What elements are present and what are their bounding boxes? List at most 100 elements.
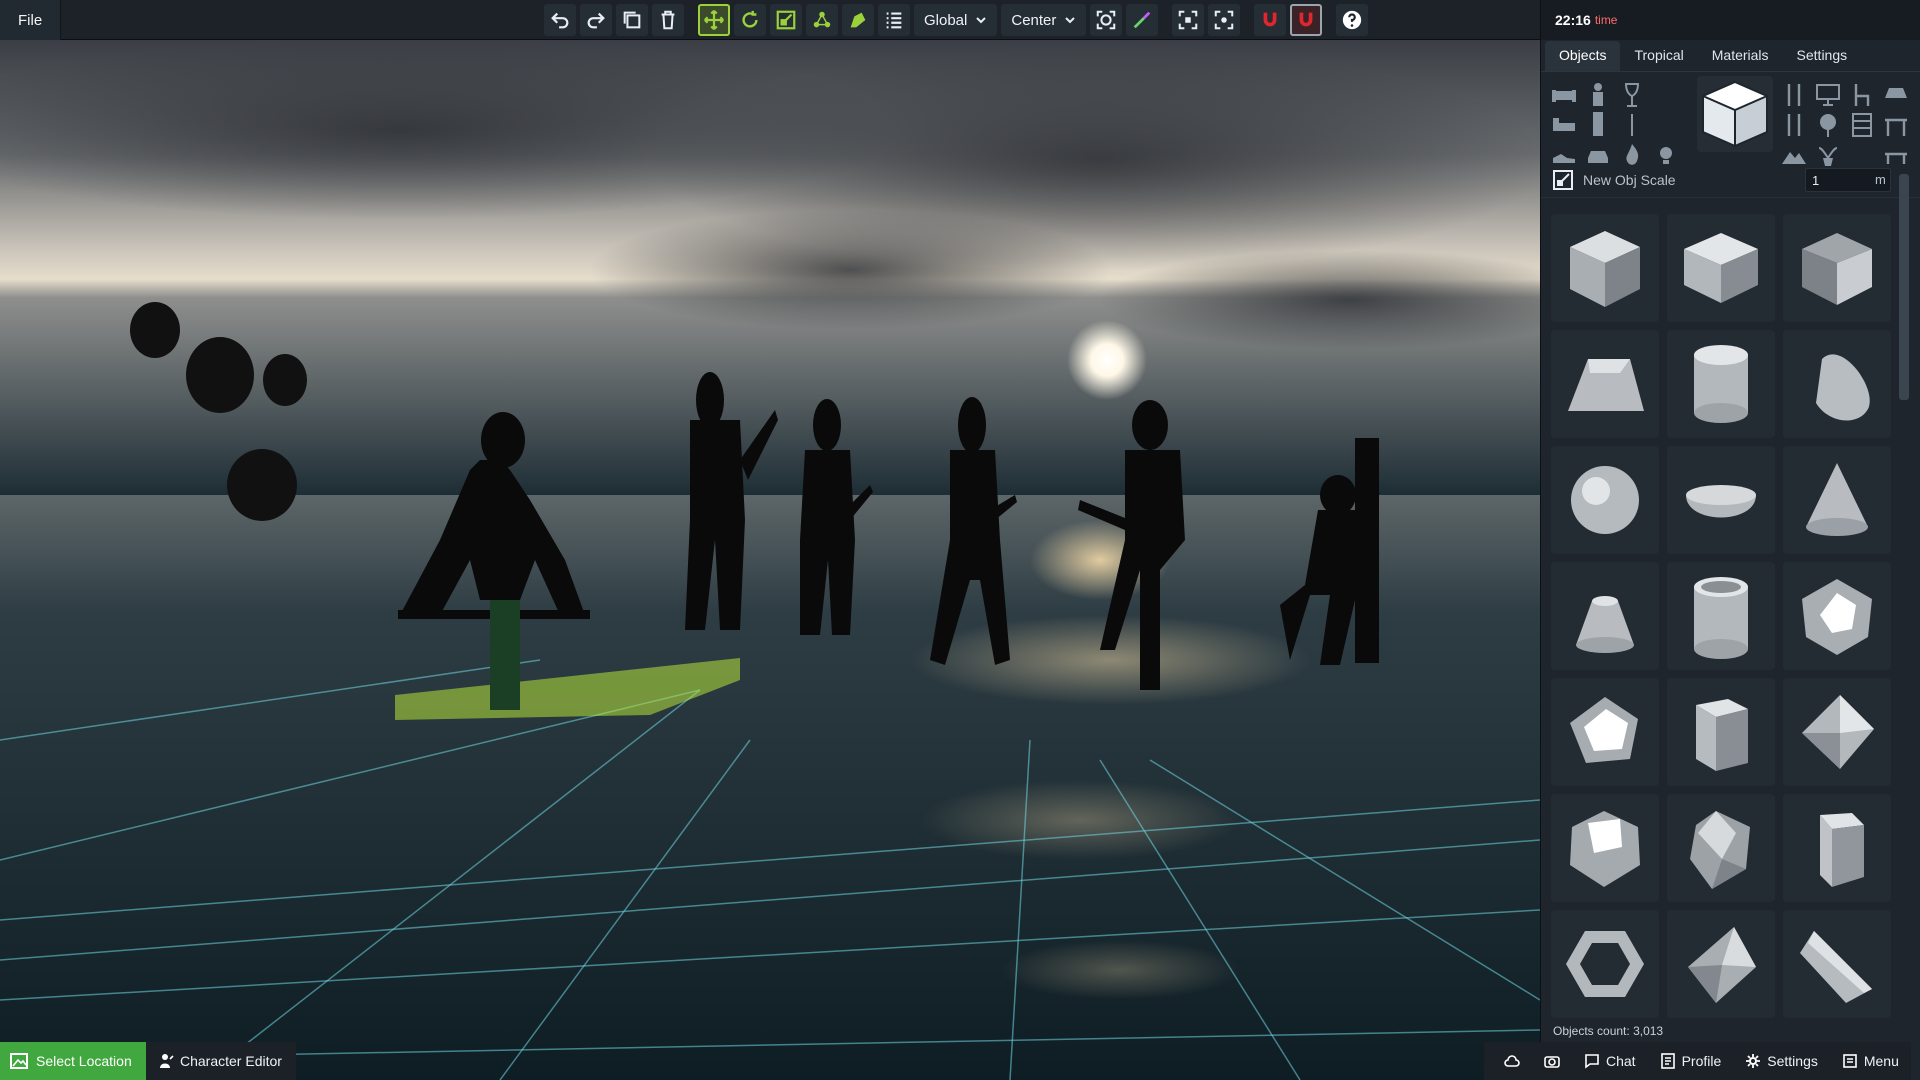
cloud-sync-button[interactable] [1492,1042,1532,1080]
tab-settings[interactable]: Settings [1783,41,1862,71]
category-selected-cube[interactable] [1697,76,1773,152]
pentagonal-prism-shape-icon [1570,697,1638,763]
object-square-prism[interactable] [1667,678,1775,786]
camera-icon [1544,1056,1560,1068]
category-shelf[interactable] [1849,112,1875,138]
magnet-button[interactable] [1254,4,1287,36]
color-picker-button[interactable] [1126,4,1159,36]
scale-tool-button[interactable] [770,4,802,36]
object-dodecahedron[interactable] [1783,562,1891,670]
paint-tool-button[interactable] [842,4,874,36]
help-button[interactable] [1336,4,1369,36]
object-cube[interactable] [1551,214,1659,322]
tab-tropical[interactable]: Tropical [1620,41,1697,71]
category-bed[interactable] [1551,112,1577,138]
rotate-tool-button[interactable] [734,4,766,36]
cutlery-icon [1787,114,1801,136]
menu-label: Menu [1863,1053,1899,1069]
category-car-table[interactable] [1883,82,1909,108]
list-button[interactable] [878,4,910,36]
chat-button[interactable]: Chat [1572,1042,1648,1080]
undo-icon [551,12,569,29]
move-tool-button[interactable] [698,4,730,36]
select-location-button[interactable]: Select Location [0,1042,146,1080]
wedge-shape-icon [1800,931,1872,1003]
character-icon [160,1054,174,1068]
align-button[interactable] [1172,4,1205,36]
category-sofa[interactable] [1551,82,1577,108]
object-hemisphere[interactable] [1667,446,1775,554]
rotate-tool-icon [742,10,758,28]
snap-button[interactable] [1208,4,1241,36]
monitor-icon [1816,84,1840,106]
category-chair[interactable] [1849,82,1875,108]
category-glass[interactable] [1619,82,1645,108]
object-cube-dark[interactable] [1783,214,1891,322]
object-cube-angled[interactable] [1667,214,1775,322]
object-sphere[interactable] [1551,446,1659,554]
object-tetrahedron[interactable] [1667,910,1775,1018]
wineglass-icon [1624,83,1640,107]
gear-icon [1746,1054,1761,1068]
screenshot-button[interactable] [1090,4,1123,36]
object-hexagonal-prism[interactable] [1783,794,1891,902]
magnet-snap-button[interactable] [1290,4,1323,36]
file-menu[interactable]: File [0,0,62,40]
select-location-label: Select Location [36,1053,132,1069]
category-glass-2[interactable] [1619,112,1645,138]
hexagonal-ring-shape-icon [1566,931,1644,997]
trash-icon [661,10,675,30]
object-cone[interactable] [1783,446,1891,554]
scrollbar-thumb[interactable] [1899,174,1909,400]
category-cutlery-2[interactable] [1781,112,1807,138]
tube-shape-icon [1694,577,1748,659]
transform-tool-button[interactable] [806,4,838,36]
category-cutlery[interactable] [1781,82,1807,108]
camera-button[interactable] [1532,1042,1572,1080]
scale-icon [1553,169,1573,190]
object-icosahedron[interactable] [1551,794,1659,902]
category-monitor[interactable] [1815,82,1841,108]
profile-button[interactable]: Profile [1648,1042,1734,1080]
menu-button[interactable]: Menu [1830,1042,1911,1080]
settings-button[interactable]: Settings [1733,1042,1830,1080]
person-icon [1593,112,1603,136]
category-person[interactable] [1585,82,1611,108]
shelf-icon [1852,113,1872,137]
bottom-bar: Select Location Character Editor Chat Pr… [0,1042,1920,1080]
object-capsule[interactable] [1783,330,1891,438]
delete-button[interactable] [652,4,684,36]
tab-materials[interactable]: Materials [1698,41,1783,71]
undo-button[interactable] [544,4,576,36]
wineglass-icon [1631,114,1633,136]
object-cylinder[interactable] [1667,330,1775,438]
redo-button[interactable] [580,4,612,36]
menu-icon [1843,1054,1857,1068]
cone-shape-icon [1806,463,1868,536]
object-pentagonal-prism[interactable] [1551,678,1659,786]
object-grid-scrollbar[interactable] [1895,174,1913,1010]
tab-objects[interactable]: Objects [1545,41,1621,71]
duplicate-button[interactable] [616,4,648,36]
category-person-2[interactable] [1585,112,1611,138]
object-hexagonal-ring[interactable] [1551,910,1659,1018]
category-balloon[interactable] [1815,112,1841,138]
balloon-icon [1820,114,1836,137]
cube-dark-shape-icon [1802,233,1872,305]
object-faceted-gem[interactable] [1667,794,1775,902]
space-dropdown[interactable]: Global [914,4,998,36]
scale-unit: m [1875,172,1886,187]
space-dropdown-value: Global [924,11,968,29]
sphere-shape-icon [1571,466,1639,534]
car-table-icon [1885,88,1907,98]
object-octahedron[interactable] [1783,678,1891,786]
pivot-dropdown[interactable]: Center [1001,4,1087,36]
category-table[interactable] [1883,112,1909,138]
object-tube[interactable] [1667,562,1775,670]
3d-viewport[interactable] [0,40,1540,1080]
object-frustum[interactable] [1551,330,1659,438]
transform-tool-icon [813,11,831,28]
object-wedge[interactable] [1783,910,1891,1018]
character-editor-button[interactable]: Character Editor [146,1042,296,1080]
object-cone-truncated[interactable] [1551,562,1659,670]
